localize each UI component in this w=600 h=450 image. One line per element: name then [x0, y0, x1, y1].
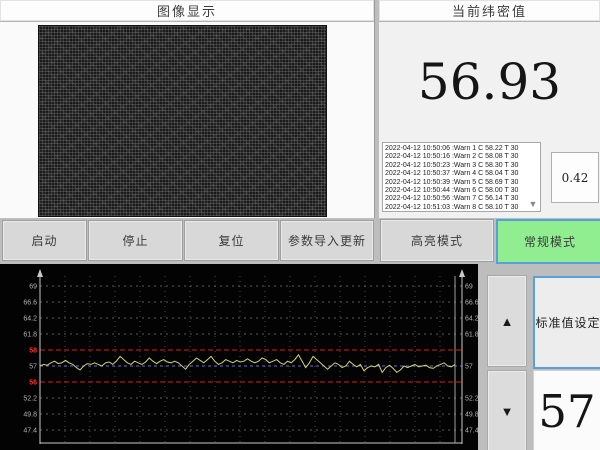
decrease-standard-button[interactable]: ▼ — [487, 370, 527, 450]
log-row: 2022-04-12 10:50:23 :Warn 3 C 58.30 T 30 — [385, 162, 540, 170]
reset-button[interactable]: 复位 — [184, 220, 279, 261]
import-params-button[interactable]: 参数导入更新 — [280, 220, 374, 261]
image-display-panel: 图像显示 — [0, 0, 375, 218]
svg-text:61.8: 61.8 — [465, 332, 478, 339]
current-weft-density-value: 56.93 — [379, 28, 600, 136]
up-arrow-icon: ▲ — [501, 314, 514, 329]
log-row: 2022-04-12 10:50:44 :Warn 6 C 58.00 T 30 — [385, 187, 540, 195]
svg-text:61.8: 61.8 — [23, 332, 37, 339]
weft-density-trend-chart: 69 69 66.6 66.6 64.2 64.2 61.8 61.8 58 57 57 56 52.2… — [0, 264, 478, 450]
log-row: 2022-04-12 10:50:39 :Warn 5 C 58.69 T 30 — [385, 179, 540, 187]
svg-text:49.8: 49.8 — [465, 412, 478, 419]
svg-text:64.2: 64.2 — [23, 316, 37, 323]
weft-density-panel-title: 当前纬密值 — [379, 0, 600, 22]
svg-text:57: 57 — [465, 364, 473, 371]
svg-text:56: 56 — [29, 380, 37, 387]
svg-text:69: 69 — [29, 284, 37, 291]
log-row: 2022-04-12 10:50:37 :Warn 4 C 58.04 T 30 — [385, 170, 540, 178]
svg-text:66.6: 66.6 — [23, 300, 37, 307]
svg-text:47.4: 47.4 — [465, 428, 478, 435]
weft-density-series-line — [40, 355, 455, 373]
log-row: 2022-04-12 10:50:16 :Warn 2 C 58.08 T 30 — [385, 153, 540, 161]
log-row: 2022-04-12 10:50:56 :Warn 7 C 56.14 T 30 — [385, 195, 540, 203]
increase-standard-button[interactable]: ▲ — [487, 275, 527, 367]
image-panel-title: 图像显示 — [0, 0, 374, 22]
svg-text:64.2: 64.2 — [465, 316, 478, 323]
weft-density-panel: 当前纬密值 56.93 2022-04-12 10:50:06 :Warn 1 … — [379, 0, 600, 218]
app-window: 图像显示 当前纬密值 56.93 2022-04-12 10:50:06 :Wa… — [0, 0, 600, 450]
svg-text:52.2: 52.2 — [23, 396, 37, 403]
normal-mode-button[interactable]: 常规模式 — [496, 219, 600, 264]
deviation-value-box: 0.42 — [551, 152, 599, 203]
start-button[interactable]: 启动 — [2, 220, 87, 261]
svg-text:69: 69 — [465, 284, 473, 291]
svg-text:52.2: 52.2 — [465, 396, 478, 403]
svg-text:57: 57 — [29, 364, 37, 371]
log-row: 2022-04-12 10:51:03 :Warn 8 C 58.10 T 30 — [385, 204, 540, 212]
trend-chart-canvas: 69 69 66.6 66.6 64.2 64.2 61.8 61.8 58 57 57 56 52.2… — [0, 264, 478, 450]
highlight-mode-button[interactable]: 高亮模式 — [380, 219, 494, 262]
svg-text:66.6: 66.6 — [465, 300, 478, 307]
svg-text:47.4: 47.4 — [23, 428, 37, 435]
svg-text:49.8: 49.8 — [23, 412, 37, 419]
log-row: 2022-04-12 10:50:06 :Warn 1 C 58.22 T 30 — [385, 145, 540, 153]
stop-button[interactable]: 停止 — [88, 220, 183, 261]
down-arrow-icon: ▼ — [501, 404, 514, 419]
fabric-camera-image — [38, 25, 327, 217]
standard-value-display: 57 — [533, 370, 600, 450]
measurement-log-list[interactable]: 2022-04-12 10:50:06 :Warn 1 C 58.22 T 30… — [382, 142, 541, 212]
svg-text:58: 58 — [29, 348, 37, 355]
scroll-down-icon[interactable]: ▼ — [527, 198, 539, 210]
set-standard-value-button[interactable]: 标准值设定 — [533, 276, 600, 369]
